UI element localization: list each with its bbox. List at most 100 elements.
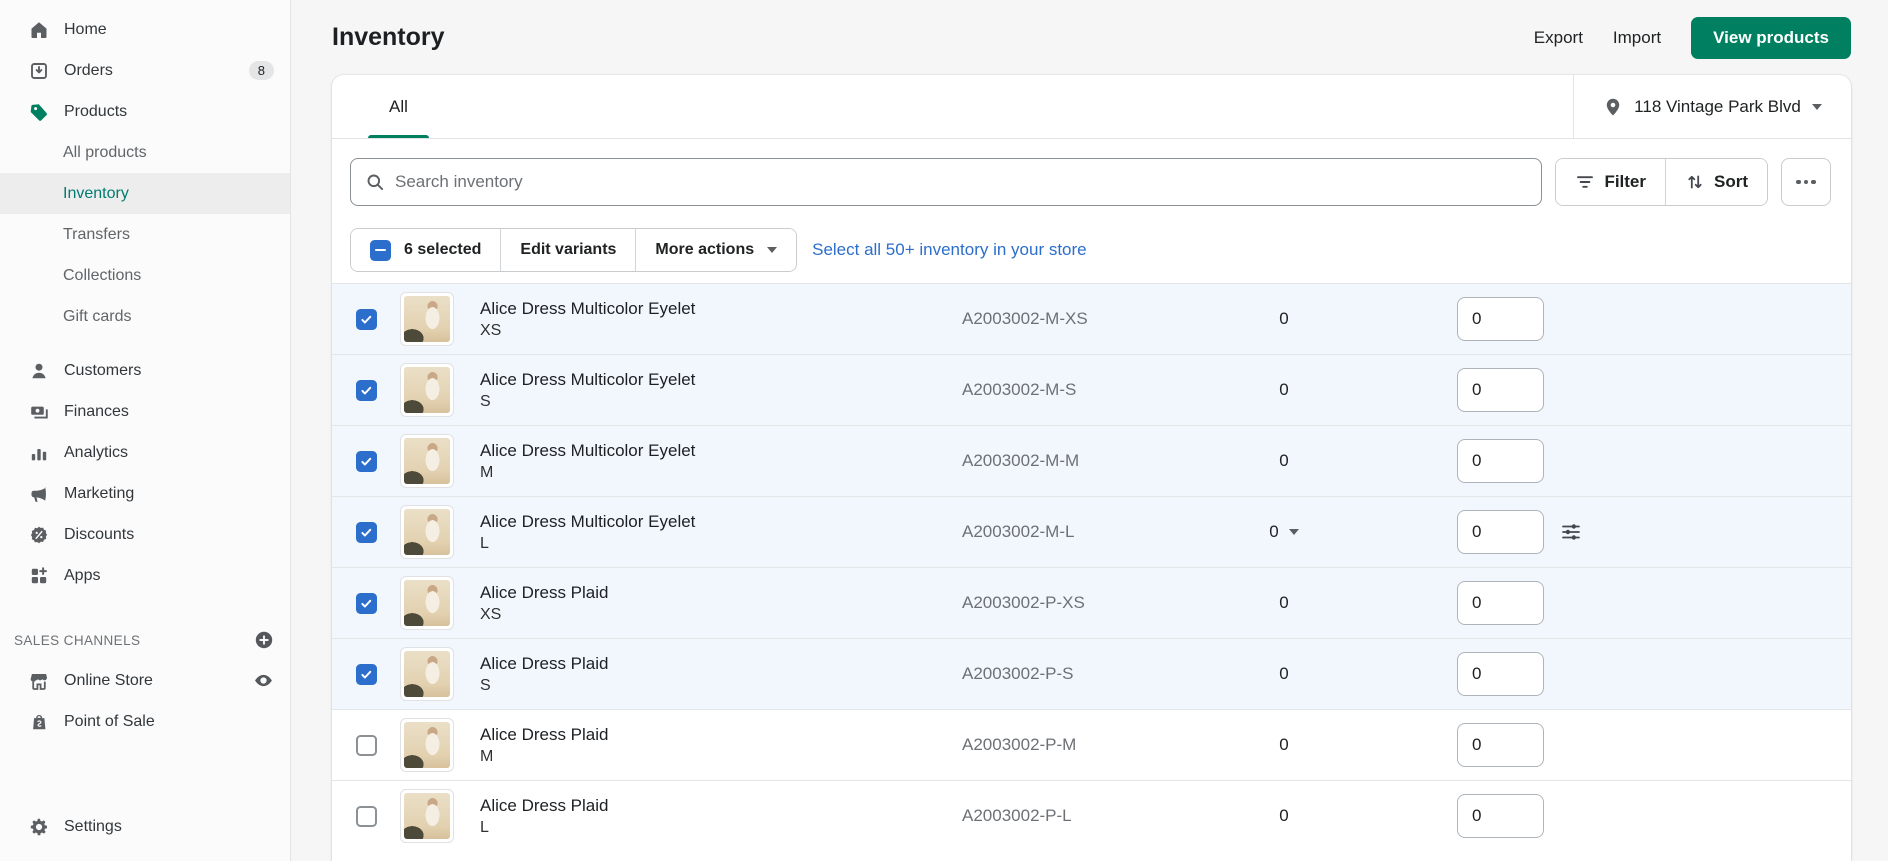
tab-all[interactable]: All [368,75,429,138]
product-image [404,509,450,555]
sidebar: Home Orders 8 Products All products Inve… [0,0,291,861]
sku-cell: A2003002-M-S [962,380,1077,399]
filter-sort-group: Filter Sort [1555,158,1768,206]
bulk-select-toggle[interactable]: 6 selected [351,229,501,271]
available-quantity: 0 [1279,380,1289,399]
sidebar-item-inventory[interactable]: Inventory [0,173,290,214]
sku-cell: A2003002-M-L [962,522,1075,541]
row-checkbox[interactable] [356,592,377,614]
select-all-checkbox[interactable] [370,239,391,261]
available-quantity-dropdown[interactable]: 0 [1244,522,1324,542]
quantity-edit-cell [1457,297,1544,341]
product-image [404,793,450,839]
product-name: Alice Dress Plaid [480,653,609,673]
product-cell[interactable]: Alice Dress Plaid XS [480,583,962,624]
view-products-button[interactable]: View products [1691,16,1851,59]
sidebar-item-analytics[interactable]: Analytics [0,432,290,473]
product-thumbnail [400,434,454,488]
sidebar-item-settings[interactable]: Settings [0,806,290,847]
row-checkbox[interactable] [356,308,377,330]
more-actions-button[interactable]: More actions [635,229,797,271]
row-checkbox[interactable] [356,663,377,685]
quantity-input[interactable] [1457,297,1544,341]
sidebar-item-gift-cards[interactable]: Gift cards [0,296,290,337]
sku-cell: A2003002-M-M [962,451,1080,470]
sidebar-item-apps[interactable]: Apps [0,555,290,596]
sidebar-item-transfers[interactable]: Transfers [0,214,290,255]
sidebar-item-label: Transfers [63,225,130,243]
sidebar-item-online-store[interactable]: Online Store [0,660,290,701]
sort-label: Sort [1714,172,1748,191]
row-checkbox[interactable] [356,450,377,472]
product-cell[interactable]: Alice Dress Plaid S [480,654,962,695]
product-variant: L [480,534,489,552]
sidebar-item-discounts[interactable]: Discounts [0,514,290,555]
table-row: Alice Dress Multicolor Eyelet L A2003002… [332,496,1851,567]
sidebar-item-point-of-sale[interactable]: Point of Sale [0,701,290,742]
product-name: Alice Dress Multicolor Eyelet [480,369,696,389]
home-icon [29,20,49,40]
sort-button[interactable]: Sort [1665,159,1767,205]
product-cell[interactable]: Alice Dress Multicolor Eyelet L [480,512,962,553]
sidebar-item-label: Point of Sale [64,712,155,730]
table-row: Alice Dress Plaid S A2003002-P-S 0 [332,638,1851,709]
product-thumbnail [400,505,454,559]
orders-icon [29,61,49,81]
sidebar-item-collections[interactable]: Collections [0,255,290,296]
filter-button[interactable]: Filter [1556,159,1665,205]
search-input[interactable] [395,172,1528,192]
sidebar-item-label: Products [64,102,128,120]
sidebar-item-customers[interactable]: Customers [0,350,290,391]
sidebar-item-finances[interactable]: Finances [0,391,290,432]
product-image [404,722,450,768]
sidebar-item-all-products[interactable]: All products [0,132,290,173]
location-selector[interactable]: 118 Vintage Park Blvd [1574,75,1851,138]
quantity-input[interactable] [1457,794,1544,838]
quantity-input[interactable] [1457,581,1544,625]
product-cell[interactable]: Alice Dress Multicolor Eyelet S [480,370,962,411]
sidebar-item-orders[interactable]: Orders 8 [0,50,290,91]
row-checkbox[interactable] [356,521,377,543]
product-cell[interactable]: Alice Dress Multicolor Eyelet M [480,441,962,482]
sidebar-item-home[interactable]: Home [0,9,290,50]
product-variant: M [480,463,494,481]
sidebar-item-label: Collections [63,266,142,284]
sidebar-item-label: Customers [64,361,142,379]
quantity-edit-cell [1457,510,1582,554]
preview-online-store-eye-icon[interactable] [253,670,274,691]
sidebar-item-label: Home [64,20,107,38]
adjustment-sliders-icon[interactable] [1560,521,1582,543]
product-name: Alice Dress Plaid [480,724,609,744]
row-checkbox[interactable] [356,805,377,827]
add-sales-channel-button[interactable] [254,630,274,650]
row-checkbox[interactable] [356,379,377,401]
quantity-edit-cell [1457,368,1544,412]
location-name: 118 Vintage Park Blvd [1634,96,1801,116]
product-image [404,580,450,626]
quantity-input[interactable] [1457,723,1544,767]
select-all-inventory-link[interactable]: Select all 50+ inventory in your store [812,240,1087,260]
export-button[interactable]: Export [1534,28,1583,48]
import-button[interactable]: Import [1613,28,1661,48]
selected-count-label: 6 selected [404,241,482,258]
quantity-input[interactable] [1457,652,1544,696]
quantity-edit-cell [1457,652,1544,696]
more-actions-label: More actions [655,241,755,258]
quantity-input[interactable] [1457,368,1544,412]
quantity-input[interactable] [1457,439,1544,483]
product-cell[interactable]: Alice Dress Plaid M [480,725,962,766]
more-options-button[interactable] [1781,158,1831,206]
sidebar-item-label: Apps [64,566,101,584]
sidebar-item-label: Inventory [63,184,129,202]
bulk-actions-bar: 6 selected Edit variants More actions Se… [350,228,1831,272]
edit-variants-button[interactable]: Edit variants [500,229,636,271]
sidebar-item-marketing[interactable]: Marketing [0,473,290,514]
row-checkbox[interactable] [356,734,377,756]
product-name: Alice Dress Multicolor Eyelet [480,440,696,460]
product-cell[interactable]: Alice Dress Plaid L [480,796,962,837]
filter-icon [1575,172,1595,192]
product-cell[interactable]: Alice Dress Multicolor Eyelet XS [480,299,962,340]
search-box [350,158,1543,206]
sidebar-item-products[interactable]: Products [0,91,290,132]
quantity-input[interactable] [1457,510,1544,554]
